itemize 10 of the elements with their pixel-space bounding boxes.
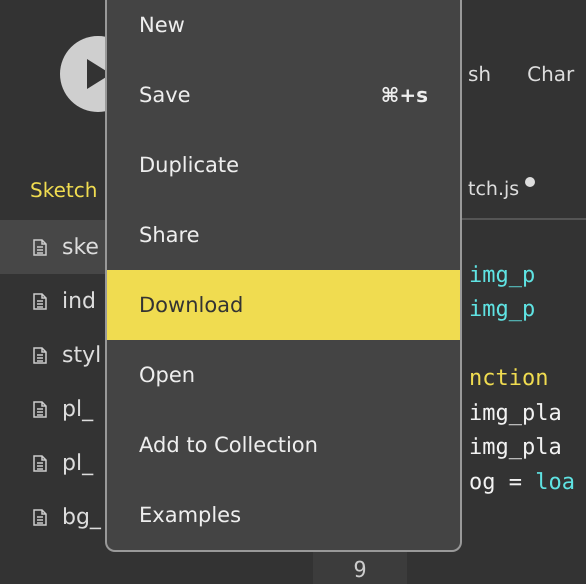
sidebar-title: Sketch bbox=[30, 178, 98, 202]
code-token: og = bbox=[469, 470, 523, 494]
code-token: img_pla bbox=[469, 435, 562, 460]
shortcut-label: ⌘+s bbox=[380, 83, 428, 107]
code-token: img_pla bbox=[469, 400, 562, 426]
code-token: loa bbox=[535, 470, 575, 494]
code-token: img_p bbox=[469, 262, 536, 288]
code-token: nction bbox=[469, 366, 548, 391]
code-token: img_p bbox=[469, 297, 536, 322]
line-number: 9 bbox=[353, 558, 367, 584]
